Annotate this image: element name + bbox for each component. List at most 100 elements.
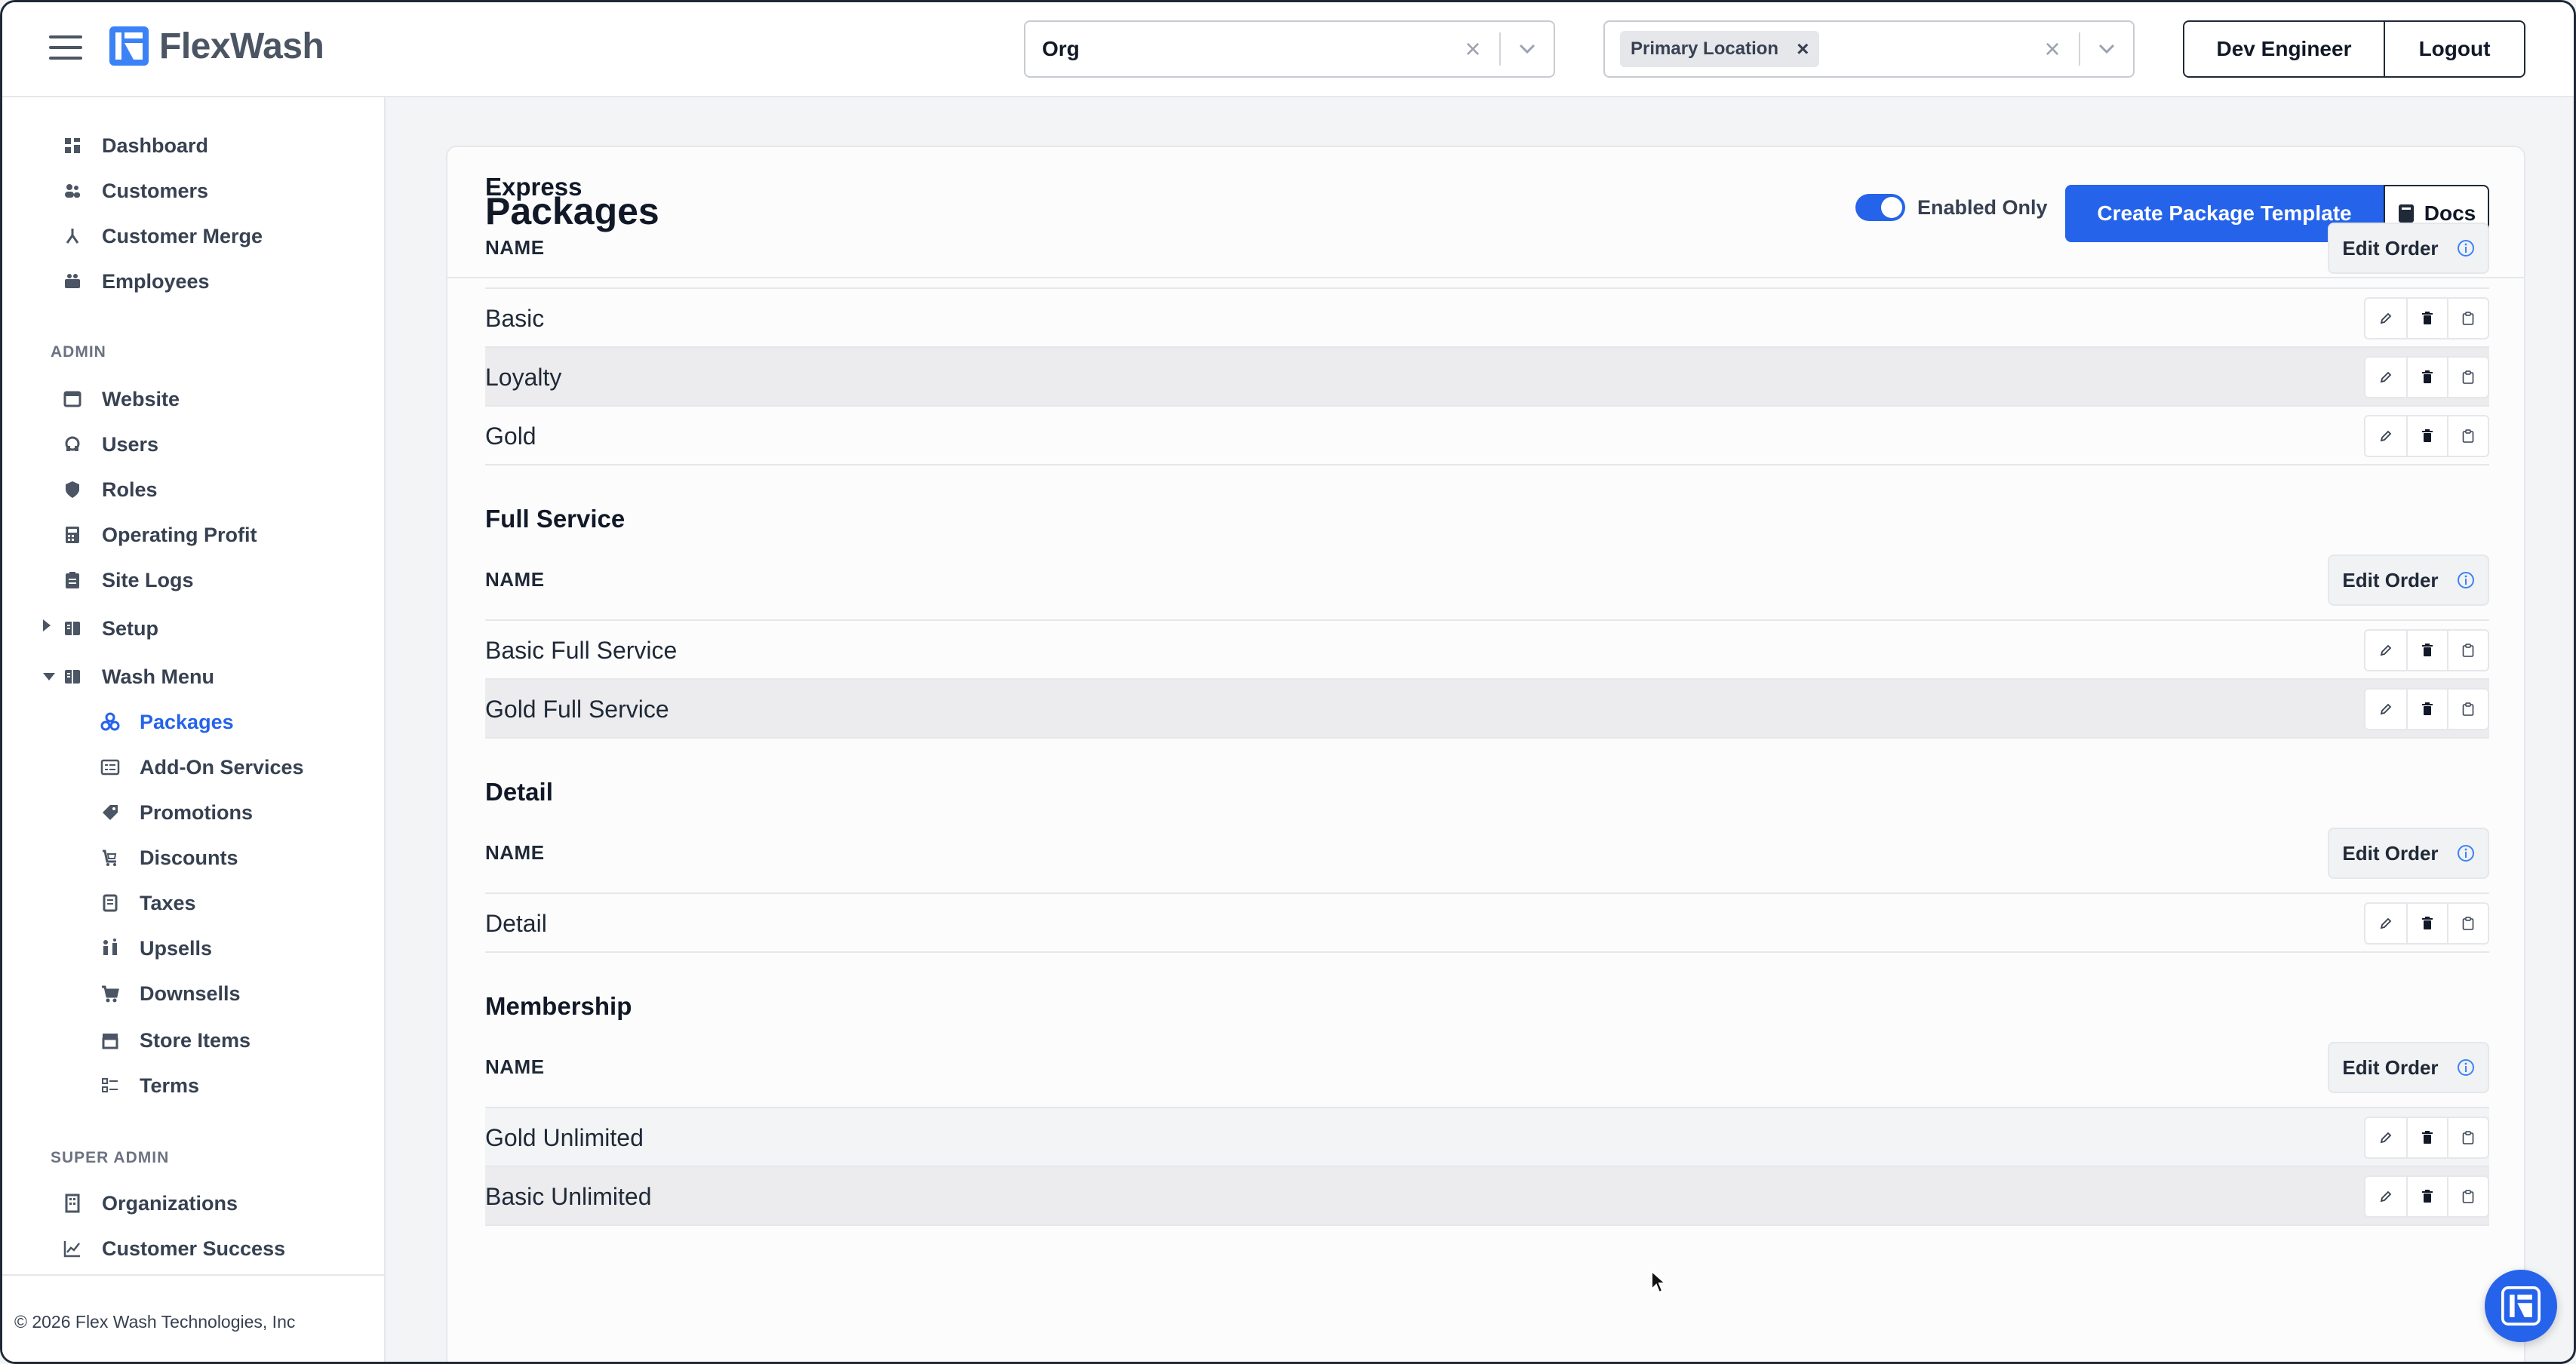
copy-icon[interactable] [2447,1177,2488,1216]
sidebar-item-promotions[interactable]: Promotions [100,797,253,828]
user-button[interactable]: Dev Engineer [2183,20,2385,78]
edit-icon[interactable] [2365,631,2406,670]
sidebar-item-label: Promotions [140,800,254,824]
sidebar-item-roles[interactable]: Roles [63,475,158,505]
copy-icon[interactable] [2447,1118,2488,1157]
edit-icon[interactable] [2365,299,2406,338]
sidebar-item-customer-success[interactable]: Customer Success [63,1233,285,1264]
table-row[interactable]: Basic [485,289,2489,348]
copy-icon[interactable] [2447,358,2488,397]
sidebar-item-label: Wash Menu [102,665,215,688]
sidebar-item-label: Website [102,387,180,410]
clear-icon[interactable]: × [1446,33,1499,65]
sidebar-item-dashboard[interactable]: Dashboard [63,131,208,161]
edit-icon[interactable] [2365,1118,2406,1157]
sidebar-item-organizations[interactable]: Organizations [63,1188,238,1218]
info-icon[interactable] [2448,571,2475,589]
info-icon[interactable] [2448,844,2475,862]
app-logo[interactable]: FlexWash [108,25,324,67]
column-header-name: NAME [485,236,545,259]
edit-order-label: Edit Order [2342,841,2439,865]
sidebar-item-label: Site Logs [102,568,194,591]
logout-button[interactable]: Logout [2385,20,2525,78]
row-actions [2364,297,2489,339]
remove-chip-icon[interactable]: × [1797,37,1809,61]
trash-icon[interactable] [2406,1118,2447,1157]
sidebar-item-label: Downsells [140,982,241,1005]
trash-icon[interactable] [2406,1177,2447,1216]
table-row[interactable]: Detail [485,894,2489,953]
sidebar-item-label: Packages [140,710,234,733]
sidebar-item-upsells[interactable]: Upsells [100,933,212,963]
sidebar-item-operating-profit[interactable]: Operating Profit [63,520,257,550]
edit-order-button[interactable]: Edit Order [2328,555,2489,606]
menu-toggle-icon[interactable] [49,35,82,63]
edit-order-button[interactable]: Edit Order [2328,828,2489,879]
sidebar-item-site-logs[interactable]: Site Logs [63,565,194,595]
toggle-switch[interactable] [1855,194,1905,221]
chevron-down-icon[interactable] [2080,44,2133,54]
org-select[interactable]: Org × [1024,20,1555,78]
sidebar-item-label: Dashboard [102,134,209,157]
sidebar-item-add-on-services[interactable]: Add-On Services [100,752,304,782]
sidebar-item-discounts[interactable]: Discounts [100,843,238,873]
book-icon [63,619,82,638]
edit-icon[interactable] [2365,904,2406,943]
table-row[interactable]: Gold Unlimited [485,1108,2489,1167]
info-icon[interactable] [2448,1058,2475,1077]
edit-icon[interactable] [2365,358,2406,397]
edit-order-button[interactable]: Edit Order [2328,223,2489,274]
enabled-only-toggle[interactable]: Enabled Only [1855,194,2048,221]
edit-order-button[interactable]: Edit Order [2328,1042,2489,1093]
sidebar-item-taxes[interactable]: Taxes [100,888,196,918]
caret-right-icon[interactable] [43,619,51,631]
sidebar-item-setup[interactable]: Setup [63,613,158,644]
sidebar-item-employees[interactable]: Employees [63,266,210,296]
discount-icon [100,848,120,868]
trash-icon[interactable] [2406,299,2447,338]
location-select[interactable]: Primary Location × × [1603,20,2135,78]
sidebar-item-website[interactable]: Website [63,384,180,414]
edit-icon[interactable] [2365,1177,2406,1216]
user-button-group: Dev Engineer Logout [2183,20,2525,78]
copy-icon[interactable] [2447,690,2488,729]
copy-icon[interactable] [2447,299,2488,338]
sidebar-item-label: Taxes [140,891,196,914]
table-row[interactable]: Basic Full Service [485,621,2489,680]
addon-icon [100,757,120,777]
sidebar-item-downsells[interactable]: Downsells [100,978,241,1009]
copy-icon[interactable] [2447,631,2488,670]
trash-icon[interactable] [2406,416,2447,456]
edit-icon[interactable] [2365,416,2406,456]
edit-icon[interactable] [2365,690,2406,729]
caret-down-icon[interactable] [43,673,55,680]
table-row[interactable]: Gold Full Service [485,680,2489,739]
trash-icon[interactable] [2406,904,2447,943]
trash-icon[interactable] [2406,631,2447,670]
sidebar-item-label: Customer Success [102,1237,286,1260]
table-row[interactable]: Basic Unlimited [485,1167,2489,1226]
copy-icon[interactable] [2447,904,2488,943]
users-icon [63,435,82,454]
sidebar-item-packages[interactable]: Packages [100,707,234,737]
copy-icon[interactable] [2447,416,2488,456]
table-row[interactable]: Loyalty [485,348,2489,407]
clear-icon[interactable]: × [2026,33,2079,65]
sidebar-item-customers[interactable]: Customers [63,176,208,206]
help-widget-button[interactable] [2485,1270,2557,1342]
chevron-down-icon[interactable] [1501,44,1554,54]
sidebar-item-label: Discounts [140,846,238,869]
sidebar-item-wash-menu[interactable]: Wash Menu [63,662,214,692]
sidebar-item-customer-merge[interactable]: Customer Merge [63,221,263,251]
sidebar-item-terms[interactable]: Terms [100,1071,199,1101]
table-row[interactable]: Gold [485,407,2489,465]
info-icon[interactable] [2448,239,2475,257]
row-actions [2364,356,2489,398]
sidebar-section-label: ADMIN [51,343,106,361]
book-icon [63,667,82,687]
sidebar-item-users[interactable]: Users [63,429,158,459]
app-window: FlexWash Org × Primary Location × × Dev … [0,0,2576,1364]
trash-icon[interactable] [2406,358,2447,397]
sidebar-item-store-items[interactable]: Store Items [100,1025,251,1055]
trash-icon[interactable] [2406,690,2447,729]
